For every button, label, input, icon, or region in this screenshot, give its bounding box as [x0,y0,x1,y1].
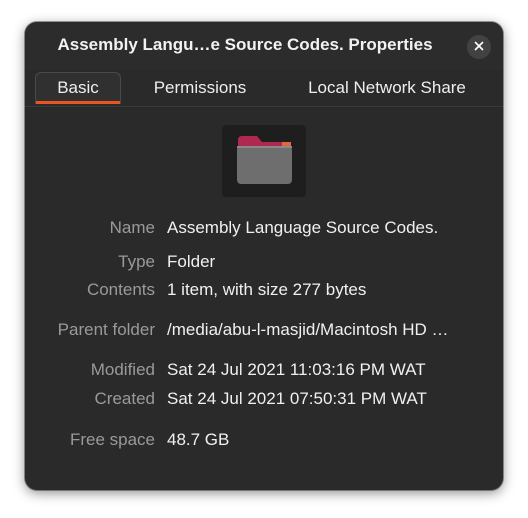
contents-value: 1 item, with size 277 bytes [167,280,367,299]
property-row-type: Type Folder [25,252,503,274]
modified-value: Sat 24 Jul 2021 11:03:16 PM WAT [167,360,426,379]
property-row-free-space: Free space 48.7 GB [25,430,503,452]
property-row-modified: Modified Sat 24 Jul 2021 11:03:16 PM WAT [25,360,503,382]
tab-basic[interactable]: Basic [35,72,121,104]
parent-folder-link[interactable]: /media/abu-l-masjid/Macintosh HD … [167,320,449,340]
tab-bar: Basic Permissions Local Network Share [25,70,503,107]
modified-label: Modified [90,360,155,379]
property-row-name: Name Assembly Language Source Codes. [25,218,503,240]
name-value[interactable]: Assembly Language Source Codes. [167,218,438,238]
close-button[interactable] [467,35,491,59]
created-value: Sat 24 Jul 2021 07:50:31 PM WAT [167,389,427,408]
created-label: Created [94,389,155,408]
free-space-label: Free space [69,430,155,449]
type-value: Folder [167,252,216,271]
name-label: Name [109,218,155,237]
type-label: Type [118,252,155,271]
folder-icon [235,133,293,190]
folder-icon-button[interactable] [222,125,306,197]
tab-local-network-share[interactable]: Local Network Share [291,72,483,104]
property-row-contents: Contents 1 item, with size 277 bytes [25,280,503,302]
close-icon [474,38,484,56]
parent-folder-label: Parent folder [57,320,155,339]
property-row-parent-folder: Parent folder /media/abu-l-masjid/Macint… [25,320,503,342]
property-row-created: Created Sat 24 Jul 2021 07:50:31 PM WAT [25,389,503,411]
window-title: Assembly Langu…e Source Codes. Propertie… [57,35,433,54]
contents-label: Contents [86,280,155,299]
free-space-value: 48.7 GB [167,430,230,449]
properties-dialog: Assembly Langu…e Source Codes. Propertie… [25,22,503,490]
title-bar[interactable]: Assembly Langu…e Source Codes. Propertie… [25,22,503,70]
tab-permissions[interactable]: Permissions [137,72,263,104]
